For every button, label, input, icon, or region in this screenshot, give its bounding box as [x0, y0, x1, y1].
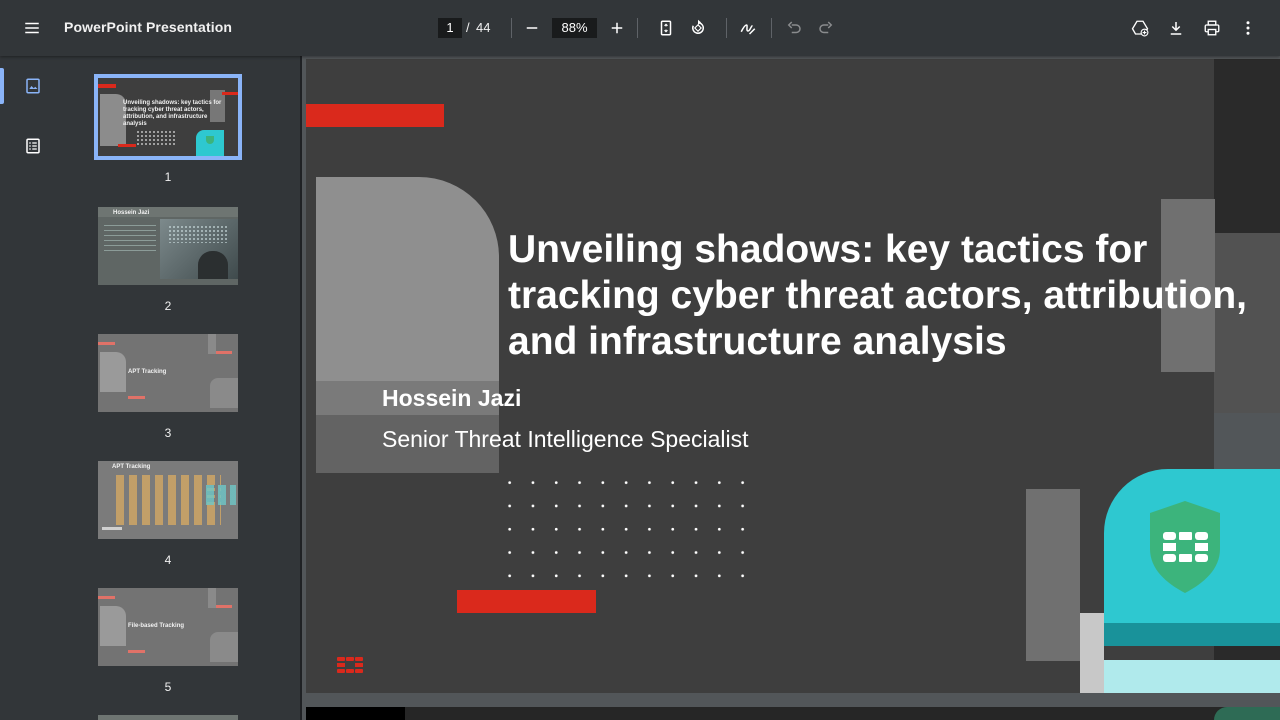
- presenter-name: Hossein Jazi: [382, 385, 522, 411]
- thumbnail-page-1[interactable]: Unveiling shadows: key tactics for track…: [94, 74, 242, 184]
- toolbar-divider: [637, 18, 638, 38]
- thumbnail-page-4[interactable]: APT Tracking 4: [98, 461, 238, 567]
- toolbar-divider: [511, 18, 512, 38]
- next-slide-preview: [306, 707, 1280, 720]
- dark-block: [1214, 646, 1280, 660]
- thumbnail-number: 1: [164, 170, 172, 184]
- thumbnail-heading: APT Tracking: [112, 464, 151, 470]
- thumbnail-image: Hossein Jazi: [98, 207, 238, 285]
- shield-icon: [1148, 499, 1222, 595]
- thumbnail-heading: APT Tracking: [128, 369, 167, 375]
- outline-icon[interactable]: [22, 135, 44, 157]
- draw-icon[interactable]: [732, 12, 764, 44]
- sidebar-rail: [0, 56, 64, 720]
- dot-grid-pattern: [498, 471, 748, 581]
- rotate-icon[interactable]: [682, 12, 714, 44]
- thumbnail-number: 4: [164, 553, 172, 567]
- page-separator: /: [466, 20, 470, 35]
- more-vert-icon[interactable]: [1232, 12, 1264, 44]
- thumbnail-image: APT Tracking: [98, 461, 238, 539]
- gap-block: [1104, 646, 1214, 660]
- page-number-input[interactable]: 1: [438, 18, 462, 38]
- active-indicator: [0, 68, 4, 104]
- page-total: 44: [476, 20, 491, 35]
- zoom-out-icon[interactable]: [516, 12, 548, 44]
- thumbnail-image: File-based Tracking: [98, 588, 238, 666]
- thumbnail-heading: File-based Tracking: [128, 623, 185, 629]
- print-icon[interactable]: [1196, 12, 1228, 44]
- thumbnail-page-2[interactable]: Hossein Jazi 2: [98, 207, 238, 313]
- dark-side-block: [1214, 59, 1280, 233]
- hamburger-menu-icon[interactable]: [16, 12, 48, 44]
- thumbnail-image: [98, 715, 238, 720]
- zoom-level-input[interactable]: 88%: [552, 18, 597, 38]
- thumbnail-number: 5: [164, 680, 172, 694]
- presenter-role: Senior Threat Intelligence Specialist: [382, 426, 749, 452]
- panel-divider: [300, 56, 302, 720]
- zoom-in-icon[interactable]: [601, 12, 633, 44]
- thumbnail-heading: Hossein Jazi: [113, 210, 150, 216]
- gray-pillar: [1026, 489, 1080, 661]
- thumbnail-page-6[interactable]: [98, 715, 238, 720]
- slide-title: Unveiling shadows: key tactics for track…: [508, 227, 1280, 365]
- undo-icon[interactable]: [778, 12, 810, 44]
- thumbnail-number: 2: [164, 299, 172, 313]
- fortinet-logo-icon: [336, 655, 364, 675]
- slide-title-line: Unveiling shadows: key tactics for: [508, 228, 1148, 271]
- thumbnail-image: Unveiling shadows: key tactics for track…: [94, 74, 242, 160]
- save-to-drive-icon[interactable]: [1124, 12, 1156, 44]
- pdf-toolbar: PowerPoint Presentation 1 / 44 88%: [0, 0, 1280, 56]
- light-teal-band: [1104, 660, 1280, 693]
- fit-to-page-icon[interactable]: [650, 12, 682, 44]
- teal-dark-band: [1104, 623, 1280, 646]
- slide-title-line: tracking cyber threat actors, attributio…: [508, 274, 1248, 317]
- thumbnails-icon[interactable]: [22, 75, 44, 97]
- toolbar-divider: [771, 18, 772, 38]
- red-accent-bar: [457, 590, 596, 613]
- thumbnail-number: 3: [164, 426, 172, 440]
- slide-title-line: and infrastructure analysis: [508, 320, 1007, 363]
- download-icon[interactable]: [1160, 12, 1192, 44]
- thumbnail-page-3[interactable]: APT Tracking 3: [98, 334, 238, 440]
- toolbar-divider: [726, 18, 727, 38]
- document-title: PowerPoint Presentation: [64, 19, 232, 35]
- thumbnail-title-text: Unveiling shadows: key tactics for track…: [123, 100, 222, 127]
- thumbnail-page-5[interactable]: File-based Tracking 5: [98, 588, 238, 694]
- thumbnail-panel: Unveiling shadows: key tactics for track…: [64, 56, 300, 720]
- slide-page-1: Unveiling shadows: key tactics for track…: [306, 59, 1280, 693]
- light-gray-block: [1080, 613, 1104, 693]
- gray-arch-shape: [316, 177, 499, 381]
- thumbnail-image: APT Tracking: [98, 334, 238, 412]
- red-accent-bar: [306, 104, 444, 127]
- redo-icon[interactable]: [810, 12, 842, 44]
